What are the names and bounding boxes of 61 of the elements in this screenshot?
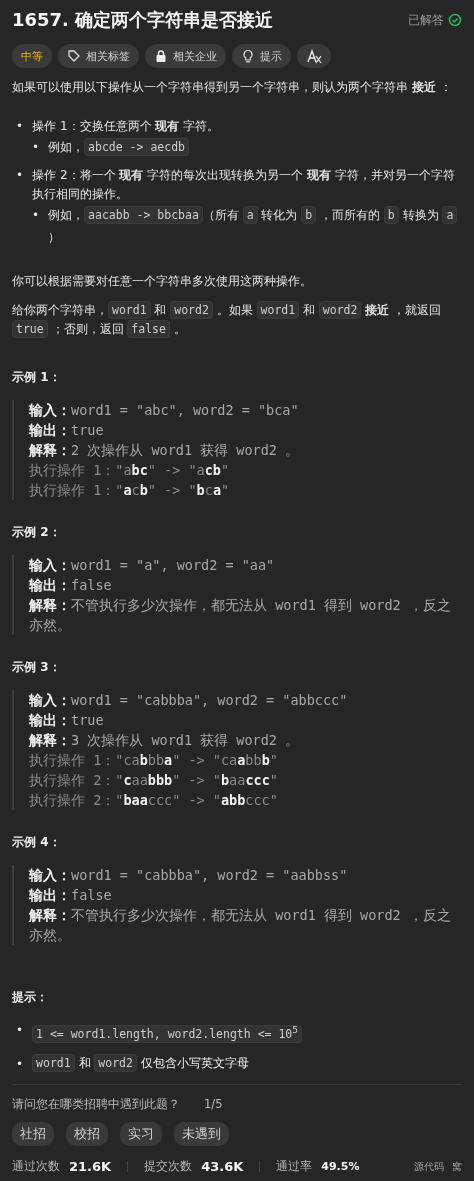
paragraph: 你可以根据需要对任意一个字符串多次使用这两种操作。 <box>12 273 313 290</box>
example-line: 执行操作 2："caabbb" -> "baaccc" <box>29 771 279 791</box>
stat-value: 21.6K <box>69 1159 112 1174</box>
example-line: 解释：2 次操作从 word1 获得 word2 。 <box>29 441 301 461</box>
example-line: 执行操作 1："acb" -> "bca" <box>29 481 231 501</box>
list-bullet: • <box>16 1056 24 1073</box>
option-button[interactable]: 校招 <box>66 1122 108 1146</box>
list-item: 操作 1：交换任意两个 现有 字符。 <box>32 118 220 135</box>
example-line: 输入：word1 = "a", word2 = "aa" <box>29 556 276 576</box>
translate-button[interactable] <box>297 44 331 68</box>
example-line: 输入：word1 = "abc", word2 = "bca" <box>29 401 300 421</box>
list-item: 操作 2：将一个 现有 字符的每次出现转换为另一个 现有 字符，并对另一个字符执行相同的操作。 <box>32 167 456 203</box>
stat-label: 提交次数 <box>144 1158 193 1175</box>
stat-label: 通过次数 <box>12 1158 60 1175</box>
problem-title: 1657. 确定两个字符串是否接近 <box>12 8 274 32</box>
list-bullet: • <box>16 118 24 135</box>
survey-question: 请问您在哪类招聘中遇到此题？ <box>12 1097 180 1112</box>
example-line: 解释：不管执行多少次操作，都无法从 word1 得到 word2 ，反之亦然。 <box>29 906 452 946</box>
option-button[interactable]: 未遇到 <box>174 1122 229 1146</box>
example-line: 执行操作 1："cabbba" -> "caabbb" <box>29 751 279 771</box>
example-line: 输出：true <box>29 421 105 441</box>
example-heading: 示例 4： <box>12 834 62 852</box>
example-heading: 示例 3： <box>12 659 62 677</box>
footer-link[interactable]: 窝 <box>452 1159 462 1174</box>
list-item: word1 和 word2 仅包含小写英文字母 <box>32 1054 249 1074</box>
lock-icon <box>154 49 168 63</box>
paragraph: 给你两个字符串， word1 和 word2 。如果 word1 和 word2 接近 ，就返回 true ；否则，返回 false 。 <box>12 301 443 339</box>
list-bullet: • <box>32 139 40 156</box>
example-line: 解释：不管执行多少次操作，都无法从 word1 得到 word2 ，反之亦然。 <box>29 596 452 636</box>
solved-status: 已解答 <box>408 11 444 29</box>
difficulty-badge: 中等 <box>12 44 52 68</box>
tag-button[interactable]: 提示 <box>232 44 291 68</box>
example-heading: 示例 1： <box>12 369 62 387</box>
tag-icon <box>67 49 81 63</box>
example-heading: 示例 2： <box>12 524 62 542</box>
example-line: 执行操作 1："abc" -> "acb" <box>29 461 231 481</box>
list-bullet: • <box>16 167 24 184</box>
example-line: 输入：word1 = "cabbba", word2 = "aabbss" <box>29 866 349 886</box>
example-line: 解释：3 次操作从 word1 获得 word2 。 <box>29 731 301 751</box>
list-item: 例如， abcde -> aecdb <box>48 136 189 158</box>
option-button[interactable]: 实习 <box>120 1122 162 1146</box>
translate-icon <box>306 48 322 64</box>
tag-button[interactable]: 相关企业 <box>145 44 226 68</box>
tag-button[interactable]: 相关标签 <box>58 44 139 68</box>
stat-value: 49.5% <box>321 1160 360 1173</box>
paragraph: 如果可以使用以下操作从一个字符串得到另一个字符串，则认为两个字符串 接近 ： <box>12 79 453 96</box>
list-item: 例如， aacabb -> bbcbaa （所有 a 转化为 b ，而所有的 b 转换为 a ） <box>48 204 462 248</box>
example-line: 执行操作 2："baaccc" -> "abbccc" <box>29 791 279 811</box>
example-line: 输出：false <box>29 576 113 596</box>
option-button[interactable]: 社招 <box>12 1122 54 1146</box>
question-counter: 1/5 <box>204 1097 223 1112</box>
stat-value: 43.6K <box>201 1159 244 1174</box>
footer-link[interactable]: 源代码 <box>414 1159 444 1174</box>
stat-label: 通过率 <box>276 1158 313 1175</box>
lightbulb-icon <box>241 49 255 63</box>
constraints-heading: 提示： <box>12 989 49 1007</box>
example-line: 输入：word1 = "cabbba", word2 = "abbccc" <box>29 691 349 711</box>
example-line: 输出：true <box>29 711 105 731</box>
list-bullet: • <box>16 1022 24 1040</box>
example-line: 输出：false <box>29 886 113 906</box>
list-bullet: • <box>32 207 40 224</box>
